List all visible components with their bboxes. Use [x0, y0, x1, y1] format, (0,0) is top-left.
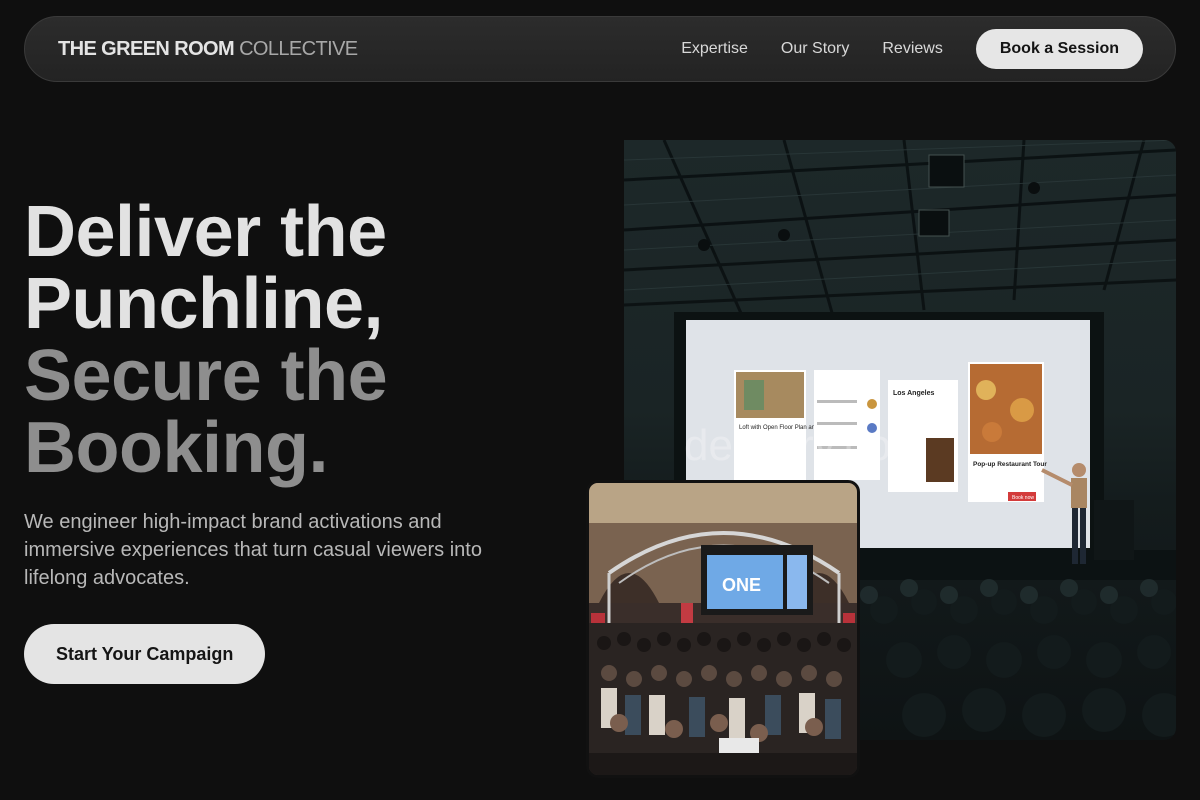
nav-menu: Expertise Our Story Reviews Book a Sessi…: [681, 29, 1143, 69]
headline-line-1: Deliver the: [24, 192, 387, 272]
book-session-button[interactable]: Book a Session: [975, 29, 1143, 69]
headline-line-2: Punchline,: [24, 264, 384, 344]
start-campaign-button[interactable]: Start Your Campaign: [24, 624, 266, 684]
nav-link-reviews[interactable]: Reviews: [882, 40, 942, 58]
nav-link-expertise[interactable]: Expertise: [681, 40, 748, 58]
expo-screen-headline: ONE: [722, 575, 761, 595]
screen-card4-title: Pop-up Restaurant Tour: [973, 461, 1047, 468]
photo-watermark: delivery.com: [684, 421, 928, 470]
headline-line-3: Secure the: [24, 336, 388, 416]
hero-headline: Deliver the Punchline, Secure the Bookin…: [24, 196, 584, 484]
expo-crowd-photo: ONE: [586, 480, 860, 778]
headline-line-4: Booking.: [24, 408, 328, 488]
expo-illustration: ONE: [589, 483, 857, 775]
top-nav: THE GREEN ROOM COLLECTIVE Expertise Our S…: [24, 16, 1176, 82]
brand-name-strong: THE GREEN ROOM: [58, 37, 235, 60]
hero-description: We engineer high-impact brand activation…: [24, 511, 482, 589]
landing-page: THE GREEN ROOM COLLECTIVE Expertise Our S…: [0, 0, 1200, 800]
screen-card4-button: Book now: [1012, 495, 1034, 501]
nav-link-our-story[interactable]: Our Story: [781, 40, 849, 58]
brand-logo[interactable]: THE GREEN ROOM COLLECTIVE: [58, 38, 358, 61]
brand-name-light: COLLECTIVE: [239, 37, 358, 60]
screen-card3-title: Los Angeles: [893, 390, 934, 397]
